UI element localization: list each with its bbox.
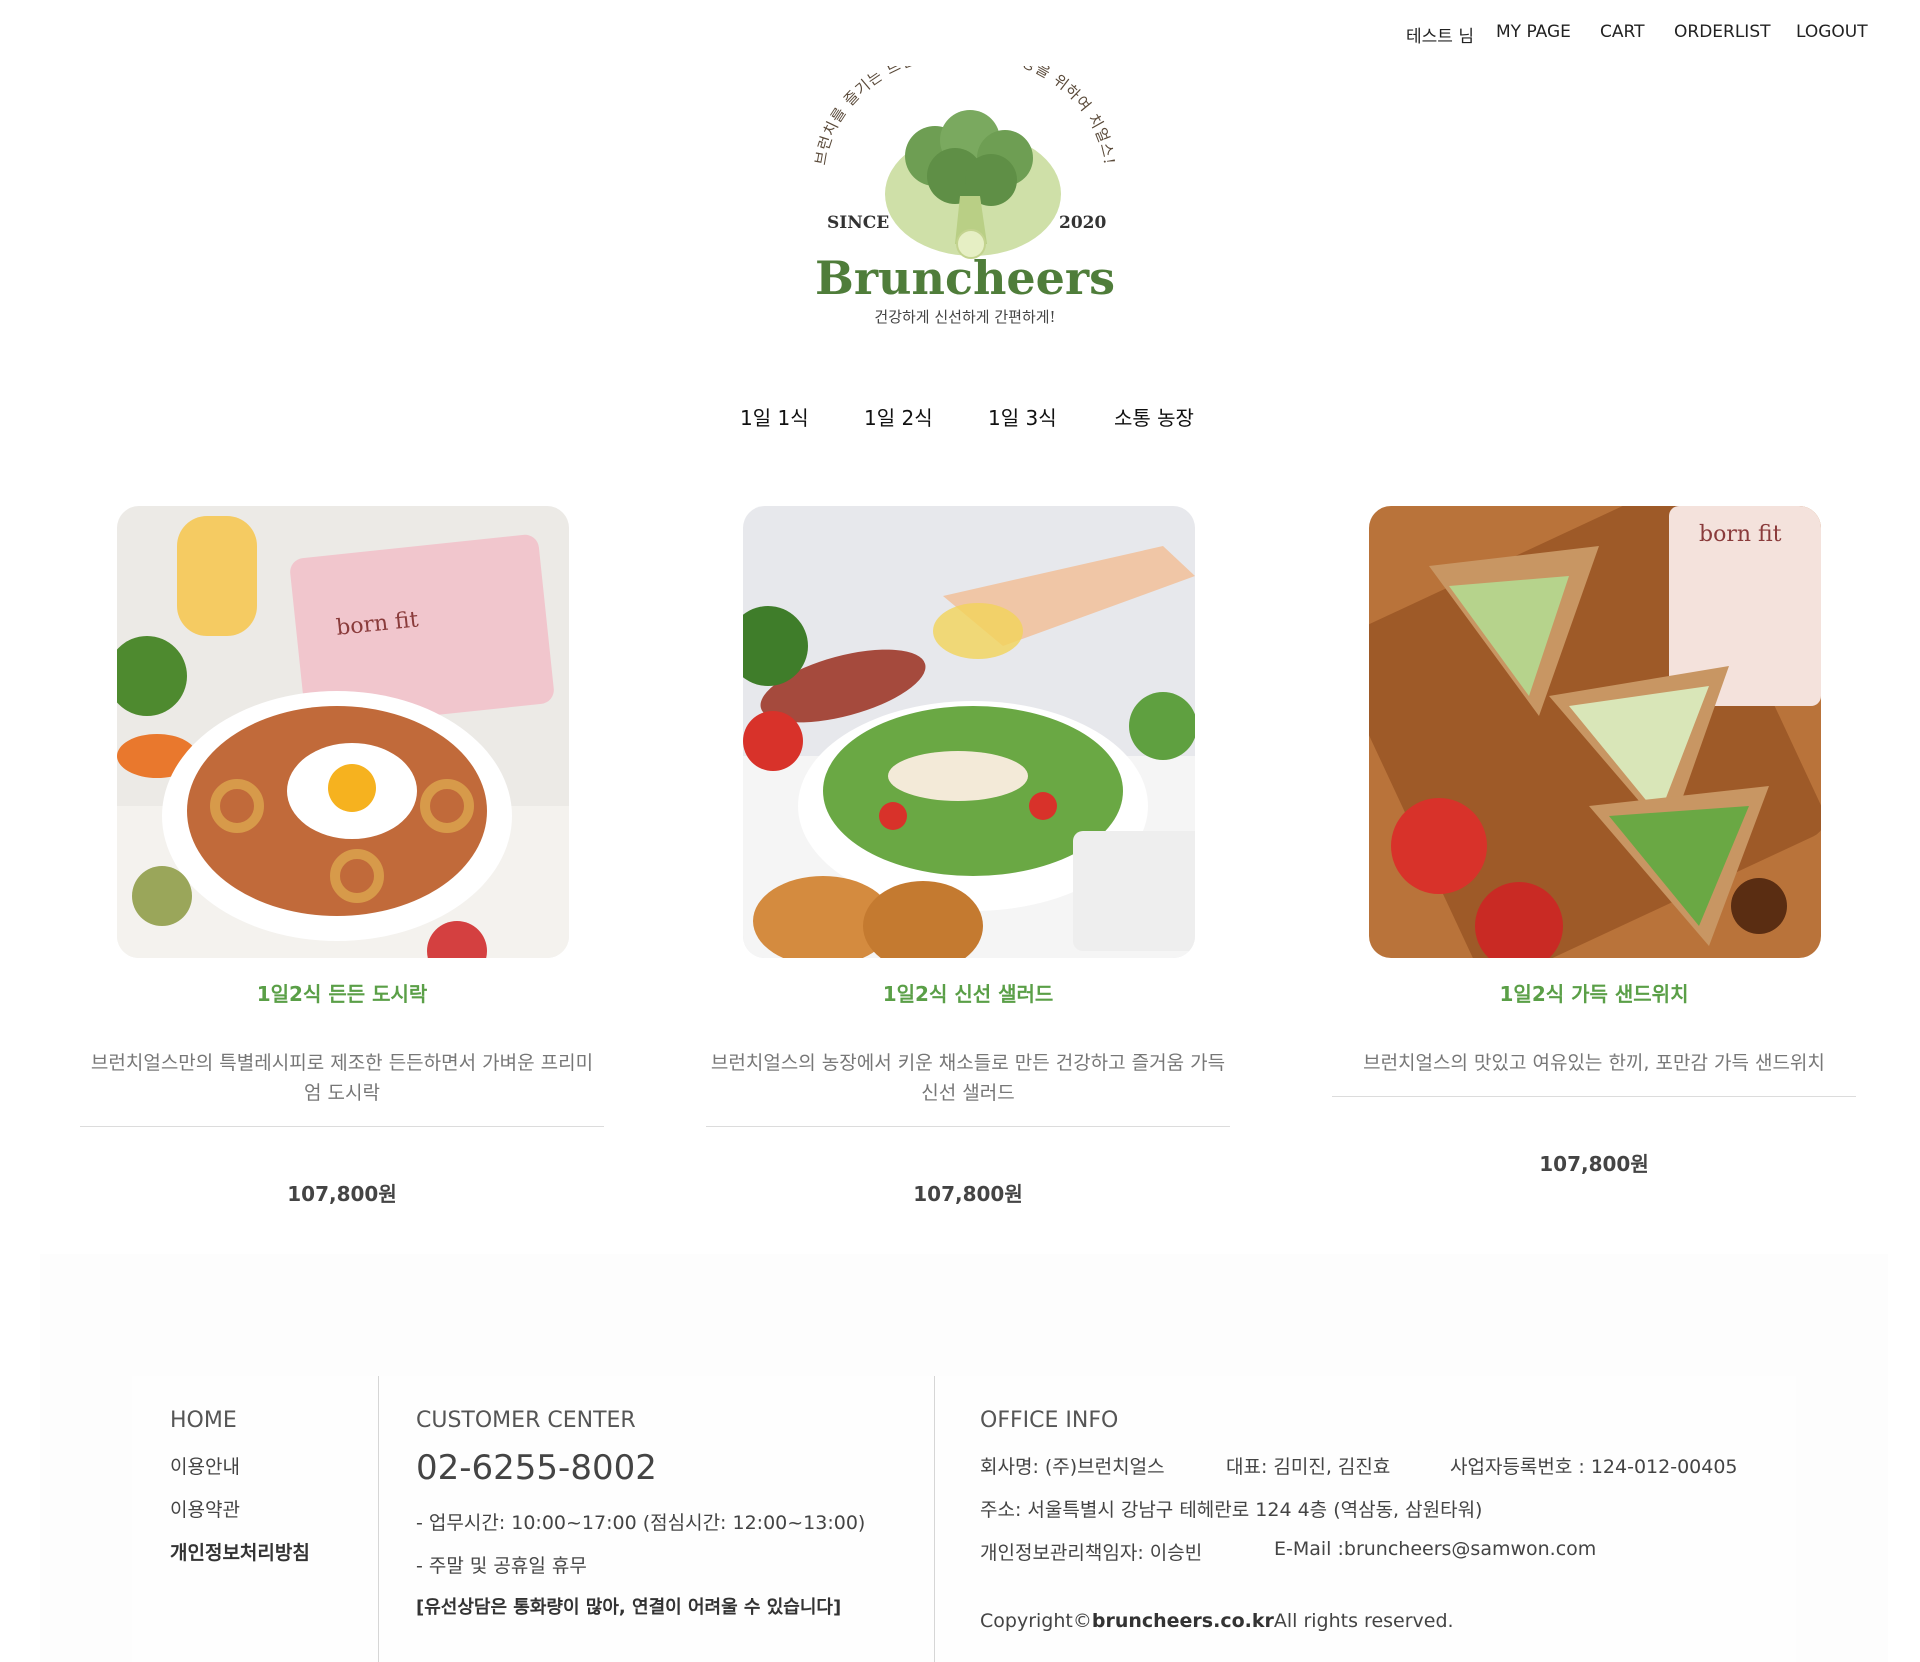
ceo-text: 대표: 김미진, 김진효 [1226, 1456, 1391, 1478]
phone-consult-notice: [유선상담은 통화량이 많아, 연결이 어려울 수 있습니다] [416, 1597, 842, 1618]
footer-link-privacy[interactable]: 개인정보처리방침 [170, 1538, 310, 1565]
business-number-text: 사업자등록번호 : 124-012-00405 [1450, 1456, 1738, 1478]
copyright-text: Copyright©bruncheers.co.krAll rights res… [980, 1610, 1454, 1632]
card-divider [80, 1126, 604, 1127]
footer-link-guide[interactable]: 이용안내 [170, 1452, 240, 1479]
customer-center-heading: CUSTOMER CENTER [416, 1408, 636, 1433]
email-text: E-Mail :bruncheers@samwon.com [1274, 1538, 1597, 1560]
user-greeting-link[interactable]: 테스트 님 [1406, 22, 1474, 47]
logo-brand-text: Bruncheers [815, 251, 1115, 305]
card-divider [706, 1126, 1230, 1127]
logo-tagline-text: 건강하게 신선하게 간편하게! [874, 308, 1055, 326]
product-price: 107,800원 [287, 1182, 397, 1206]
product-price: 107,800원 [1539, 1152, 1649, 1176]
footer-home-heading[interactable]: HOME [170, 1408, 237, 1433]
mypage-link[interactable]: MY PAGE [1496, 22, 1571, 42]
product-card[interactable]: 1일2식 신선 샐러드 브런치얼스의 농장에서 키운 채소들로 만든 건강하고 … [706, 506, 1230, 1206]
product-name[interactable]: 1일2식 신선 샐러드 [706, 978, 1230, 1007]
product-image-rice-bowl[interactable]: born fit [117, 506, 569, 958]
footer-column-divider [378, 1376, 379, 1662]
logo-year-text: 2020 [1059, 213, 1106, 233]
footer-link-terms[interactable]: 이용약관 [170, 1495, 240, 1522]
broccoli-logo-icon: 브런치를 즐기는 브런치어, 당신의 건강을 위하여 치얼스! SINCE 20… [811, 42, 1117, 326]
footer-column-divider [934, 1376, 935, 1662]
orderlist-link[interactable]: ORDERLIST [1674, 22, 1771, 42]
office-info-heading: OFFICE INFO [980, 1408, 1119, 1433]
product-image-sandwich[interactable]: born fit [1369, 506, 1821, 958]
nav-item-2-meals[interactable]: 1일 2식 [864, 402, 933, 431]
nav-item-1-meal[interactable]: 1일 1식 [740, 402, 809, 431]
copyright-domain: bruncheers.co.kr [1091, 1610, 1274, 1632]
holiday-notice-text: - 주말 및 공휴일 휴무 [416, 1555, 587, 1577]
company-name-text: 회사명: (주)브런치얼스 [980, 1456, 1165, 1478]
business-hours-text: - 업무시간: 10:00~17:00 (점심시간: 12:00~13:00) [416, 1512, 866, 1534]
product-card[interactable]: born fit 1일2식 가득 샌드위치 브런치얼스의 맛있고 여유있는 한끼… [1332, 506, 1856, 1206]
product-image-salad[interactable] [743, 506, 1195, 958]
svg-text:born fit: born fit [1699, 522, 1782, 547]
logout-link[interactable]: LOGOUT [1796, 22, 1868, 42]
nav-item-3-meals[interactable]: 1일 3식 [988, 402, 1057, 431]
top-utility-nav: 테스트 님 MY PAGE CART ORDERLIST LOGOUT [0, 22, 1920, 52]
product-name[interactable]: 1일2식 가득 샌드위치 [1332, 978, 1856, 1007]
nav-item-community-farm[interactable]: 소통 농장 [1114, 402, 1194, 431]
privacy-officer-text: 개인정보관리책임자: 이승빈 [980, 1542, 1203, 1564]
logo-since-text: SINCE [827, 213, 889, 233]
product-description: 브런치얼스만의 특별레시피로 제조한 든든하면서 가벼운 프리미엄 도시락 [90, 1052, 594, 1104]
bruncheers-logo[interactable]: 브런치를 즐기는 브런치어, 당신의 건강을 위하여 치얼스! SINCE 20… [795, 42, 1135, 336]
product-price: 107,800원 [913, 1182, 1023, 1206]
cart-link[interactable]: CART [1600, 22, 1644, 42]
product-description: 브런치얼스의 농장에서 키운 채소들로 만든 건강하고 즐거움 가득 신선 샐러… [710, 1052, 1226, 1104]
customer-center-phone: 02-6255-8002 [416, 1448, 657, 1488]
footer-content: HOME 이용안내 이용약관 개인정보처리방침 CUSTOMER CENTER … [132, 1376, 1796, 1662]
site-footer: HOME 이용안내 이용약관 개인정보처리방침 CUSTOMER CENTER … [40, 1254, 1888, 1662]
product-name[interactable]: 1일2식 든든 도시락 [80, 978, 604, 1007]
address-text: 주소: 서울특별시 강남구 테헤란로 124 4층 (역삼동, 삼원타워) [980, 1499, 1483, 1521]
product-card[interactable]: born fit 1일2식 든든 도시락 브런치얼스만의 특별레시피로 제조한 … [80, 506, 604, 1206]
copyright-suffix: All rights reserved. [1273, 1610, 1454, 1632]
copyright-prefix: Copyright© [980, 1610, 1092, 1632]
card-divider [1332, 1096, 1856, 1097]
product-description: 브런치얼스의 맛있고 여유있는 한끼, 포만감 가득 샌드위치 [1363, 1052, 1825, 1074]
